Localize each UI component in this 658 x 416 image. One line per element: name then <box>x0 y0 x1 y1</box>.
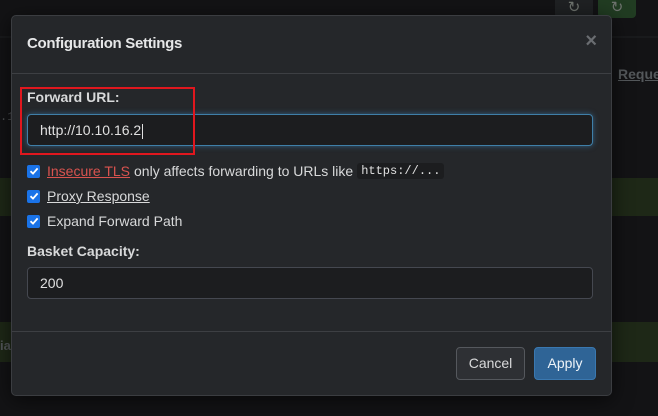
insecure-tls-link[interactable]: Insecure TLS <box>47 163 130 179</box>
text-caret <box>142 123 144 139</box>
basket-capacity-label: Basket Capacity: <box>27 243 140 259</box>
expand-forward-path-option: Expand Forward Path <box>27 212 182 230</box>
close-icon[interactable]: × <box>585 30 597 53</box>
modal-header: Configuration Settings × <box>12 16 611 74</box>
basket-capacity-value: 200 <box>40 275 64 291</box>
proxy-response-checkbox[interactable] <box>27 189 40 203</box>
forward-url-label: Forward URL: <box>27 89 120 105</box>
modal-title: Configuration Settings <box>27 35 183 52</box>
checkmark-icon <box>29 167 38 175</box>
configuration-modal: Configuration Settings × Forward URL: ht… <box>11 15 612 396</box>
proxy-response-link[interactable]: Proxy Response <box>47 188 150 204</box>
expand-forward-path-label: Expand Forward Path <box>47 213 183 229</box>
checkmark-icon <box>29 192 38 200</box>
apply-button[interactable]: Apply <box>534 347 596 380</box>
insecure-tls-description: only affects forwarding to URLs like <box>134 163 354 179</box>
insecure-tls-checkbox[interactable] <box>27 164 40 178</box>
proxy-response-option: Proxy Response <box>27 187 150 205</box>
checkmark-icon <box>29 217 38 225</box>
https-code-sample: https://... <box>357 163 445 179</box>
modal-footer-divider <box>12 331 611 332</box>
expand-forward-path-checkbox[interactable] <box>27 214 40 228</box>
basket-capacity-input[interactable]: 200 <box>27 267 593 299</box>
forward-url-input[interactable]: http://10.10.16.2 <box>27 114 593 146</box>
forward-url-value: http://10.10.16.2 <box>40 122 142 138</box>
insecure-tls-option: Insecure TLS only affects forwarding to … <box>27 162 445 180</box>
cancel-button[interactable]: Cancel <box>456 347 525 380</box>
